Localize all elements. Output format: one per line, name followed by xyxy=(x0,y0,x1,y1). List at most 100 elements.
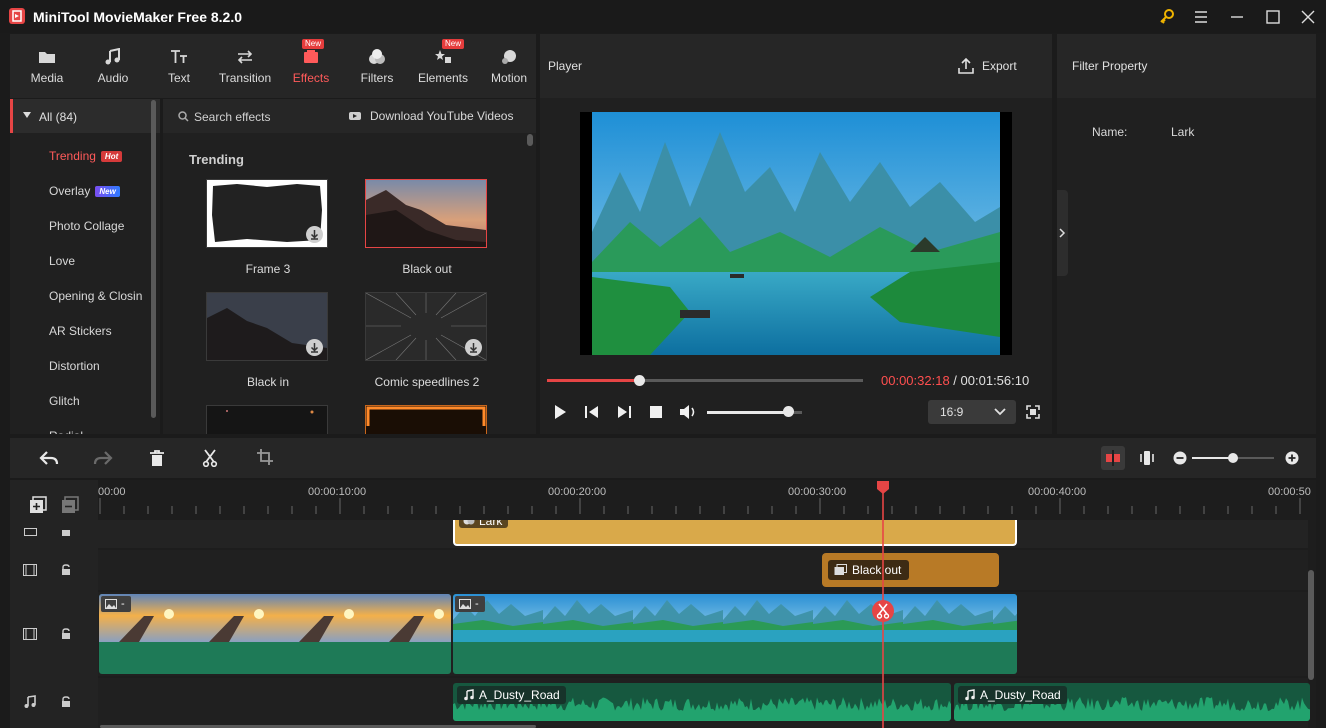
filters-icon xyxy=(368,48,386,66)
download-youtube-link[interactable]: Download YouTube Videos xyxy=(370,109,513,123)
total-time: 00:01:56:10 xyxy=(960,373,1030,388)
export-label[interactable]: Export xyxy=(982,59,1017,73)
filter-name-value: Lark xyxy=(1171,125,1195,139)
category-media[interactable]: Media xyxy=(14,34,80,98)
category-transition[interactable]: Transition xyxy=(212,34,278,98)
elements-icon xyxy=(434,48,452,66)
subcategory-radial[interactable]: Radial xyxy=(49,429,83,434)
search-input[interactable]: Search effects xyxy=(194,110,271,124)
snap-toggle[interactable] xyxy=(1101,446,1125,470)
download-icon[interactable] xyxy=(306,339,323,356)
category-motion[interactable]: Motion xyxy=(476,34,542,98)
category-all[interactable]: All (84) xyxy=(10,99,160,133)
effect-thumb-black-in[interactable] xyxy=(206,292,328,361)
effects-icon xyxy=(302,48,320,66)
category-filters[interactable]: Filters xyxy=(344,34,410,98)
timeline-vertical-scrollbar[interactable] xyxy=(1308,570,1314,680)
category-effects[interactable]: New Effects xyxy=(278,34,344,98)
hot-badge: Hot xyxy=(100,151,123,162)
playback-scrubber[interactable] xyxy=(633,375,645,386)
effect-label: Black in xyxy=(246,375,290,389)
subcategory-glitch[interactable]: Glitch xyxy=(49,394,80,408)
lock-icon[interactable] xyxy=(61,564,71,576)
key-icon[interactable] xyxy=(1156,6,1178,28)
panel-collapse-toggle[interactable] xyxy=(1057,190,1068,276)
subcategory-photo-collage[interactable]: Photo Collage xyxy=(49,219,124,233)
export-button[interactable] xyxy=(956,56,976,76)
lock-icon[interactable] xyxy=(61,628,71,640)
effect-thumb-black-out[interactable] xyxy=(365,179,487,248)
lock-icon[interactable] xyxy=(61,696,71,708)
effect-thumb-partial[interactable] xyxy=(365,405,487,434)
stop-icon[interactable] xyxy=(648,404,664,420)
previous-frame-icon[interactable] xyxy=(584,404,600,420)
clip-tag: A_Dusty_Road xyxy=(958,686,1067,704)
category-all-label: All (84) xyxy=(39,110,78,124)
volume-slider-knob[interactable] xyxy=(782,406,794,417)
fit-timeline-icon[interactable] xyxy=(1139,449,1155,467)
timeline-ruler[interactable]: 00:00 00:00:10:00 00:00:20:00 00:00:30:0… xyxy=(98,480,1316,520)
subcategory-overlay[interactable]: Overlay New xyxy=(49,184,120,198)
zoom-slider-knob[interactable] xyxy=(1228,453,1238,463)
timeline-toolbar xyxy=(10,438,1316,478)
subcategory-opening-closing[interactable]: Opening & Closin xyxy=(49,289,142,303)
subcategory-trending[interactable]: Trending Hot xyxy=(49,149,123,163)
filter-clip-lark[interactable]: Lark xyxy=(453,520,1017,546)
category-label: Transition xyxy=(218,71,272,85)
menu-icon[interactable] xyxy=(1190,6,1212,28)
effect-thumb-comic-speedlines-2[interactable] xyxy=(365,292,487,361)
subcategory-love[interactable]: Love xyxy=(49,254,75,268)
add-track-icon[interactable] xyxy=(29,496,47,514)
subcategory-distortion[interactable]: Distortion xyxy=(49,359,100,373)
download-icon[interactable] xyxy=(306,226,323,243)
effect-thumb-partial[interactable] xyxy=(206,405,328,434)
aspect-ratio-select[interactable]: 16:9 xyxy=(928,400,1016,424)
subcategory-ar-stickers[interactable]: AR Stickers xyxy=(49,324,112,338)
effect-icon xyxy=(834,564,847,576)
undo-icon[interactable] xyxy=(39,449,59,467)
video-clip-2[interactable]: - xyxy=(453,594,1017,674)
audio-clip-2[interactable]: A_Dusty_Road xyxy=(954,683,1310,721)
split-scissors-icon[interactable] xyxy=(872,600,894,622)
effect-category-list: All (84) Trending Hot Overlay New Photo Co… xyxy=(10,99,160,434)
close-icon[interactable] xyxy=(1297,6,1319,28)
aspect-ratio-value: 16:9 xyxy=(940,405,964,419)
zoom-out-icon[interactable] xyxy=(1173,451,1187,465)
maximize-icon[interactable] xyxy=(1262,6,1284,28)
fullscreen-icon[interactable] xyxy=(1026,405,1040,419)
music-note-icon xyxy=(104,48,122,66)
delete-icon[interactable] xyxy=(149,449,165,467)
redo-icon[interactable] xyxy=(93,449,113,467)
youtube-download-icon xyxy=(348,109,362,123)
download-icon[interactable] xyxy=(465,339,482,356)
volume-icon[interactable] xyxy=(678,403,698,421)
next-frame-icon[interactable] xyxy=(616,404,632,420)
effect-thumb-frame-3[interactable] xyxy=(206,179,328,248)
subcategory-label: Overlay xyxy=(49,184,91,198)
playback-progress-track[interactable] xyxy=(547,379,863,382)
browser-scrollbar[interactable] xyxy=(527,134,533,146)
zoom-in-icon[interactable] xyxy=(1285,451,1299,465)
category-audio[interactable]: Audio xyxy=(80,34,146,98)
zoom-slider-fill xyxy=(1192,457,1233,459)
minimize-icon[interactable] xyxy=(1226,6,1248,28)
ruler-label: 00:00:30:00 xyxy=(788,486,847,498)
clip-label: A_Dusty_Road xyxy=(980,688,1061,702)
split-scissors-icon[interactable] xyxy=(202,449,218,467)
ruler-label: 00:00:40:00 xyxy=(1028,486,1087,498)
clip-label: A_Dusty_Road xyxy=(479,688,560,702)
search-icon xyxy=(178,111,189,122)
video-clip-1[interactable]: - xyxy=(99,594,451,674)
remove-track-icon[interactable] xyxy=(61,496,79,514)
video-preview[interactable] xyxy=(580,112,1012,355)
effect-clip-black-out[interactable]: Black out xyxy=(822,553,999,587)
app-logo-icon xyxy=(9,8,25,24)
filter-property-header: Filter Property xyxy=(1057,34,1316,98)
lock-icon[interactable] xyxy=(61,526,71,536)
motion-icon xyxy=(500,48,518,66)
category-text[interactable]: Text xyxy=(146,34,212,98)
crop-icon[interactable] xyxy=(257,449,273,465)
left-panel-scrollbar[interactable] xyxy=(151,100,156,418)
category-elements[interactable]: New Elements xyxy=(410,34,476,98)
play-icon[interactable] xyxy=(552,404,568,420)
